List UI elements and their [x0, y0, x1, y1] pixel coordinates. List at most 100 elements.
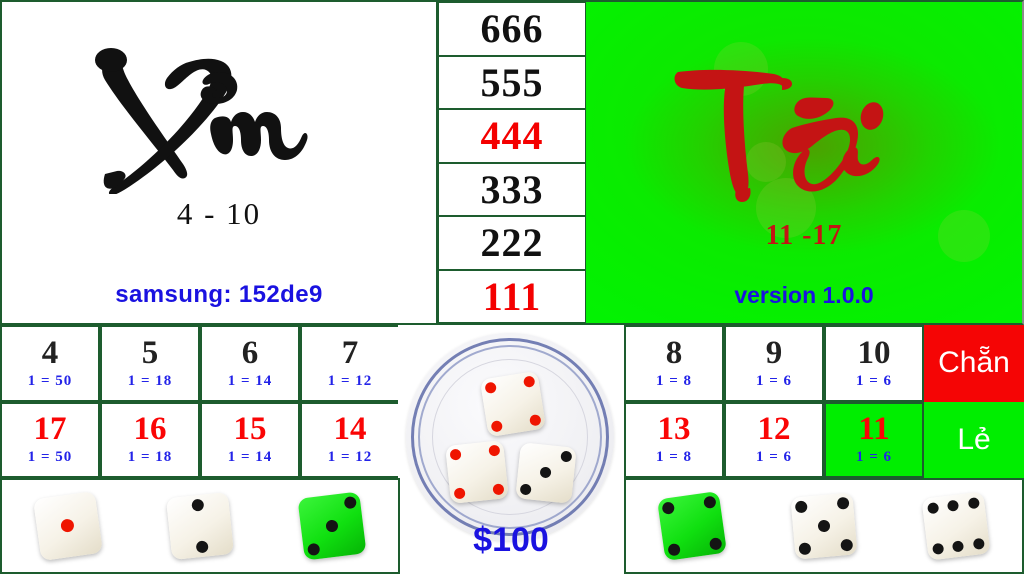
even-label: Chẵn	[938, 346, 1010, 380]
dice-face-6[interactable]	[921, 491, 991, 561]
bet-number: 7	[341, 334, 359, 371]
pip	[325, 519, 339, 533]
bet-odds: 1 = 18	[127, 372, 173, 389]
tai-range: 11 -17	[765, 220, 843, 251]
triple-cell[interactable]: 111	[438, 269, 586, 323]
triple-cell[interactable]: 555	[438, 55, 586, 109]
bet-cell-17[interactable]: 17 1 = 50	[0, 401, 100, 478]
pip	[967, 496, 981, 510]
pip	[484, 381, 498, 395]
bet-cell-11[interactable]: 11 1 = 6	[824, 401, 924, 478]
bet-odds: 1 = 14	[227, 372, 273, 389]
bet-number: 13	[657, 411, 691, 448]
xiu-range: 4 - 10	[176, 196, 262, 231]
bet-row-tai-high: 17 1 = 50 16 1 = 18 15 1 = 14 14 1 = 12	[0, 401, 400, 478]
dice-strip-right	[624, 478, 1024, 574]
dice-face-1[interactable]	[32, 490, 104, 562]
bet-odds: 1 = 14	[227, 449, 273, 466]
dice-plate-area[interactable]: $100	[398, 325, 624, 574]
version-label: version 1.0.0	[734, 282, 874, 308]
pip	[947, 499, 960, 512]
triple-cell[interactable]: 666	[438, 2, 586, 56]
pip	[60, 518, 76, 534]
bet-grid-right: 8 1 = 8 9 1 = 6 10 1 = 6 Chẵn 13 1 = 8 1…	[624, 325, 1024, 478]
dice-face-5[interactable]	[790, 492, 858, 560]
pip	[449, 448, 462, 461]
game-board: 4 - 10 samsung: 152de9 666 555 444 333 2…	[0, 0, 1024, 574]
panel-tai[interactable]: 11 -17 version 1.0.0	[586, 0, 1024, 325]
dice-face-3[interactable]	[297, 491, 367, 561]
pip	[839, 538, 853, 552]
device-id-label: samsung: 152de9	[115, 281, 323, 308]
bet-cell-even[interactable]: Chẵn	[924, 325, 1024, 402]
pip	[191, 498, 205, 513]
bet-cell-10[interactable]: 10 1 = 6	[824, 325, 924, 402]
bet-number: 5	[141, 334, 159, 371]
bet-cell-16[interactable]: 16 1 = 18	[100, 401, 200, 478]
plate-die-1	[479, 370, 547, 438]
bet-cell-13[interactable]: 13 1 = 8	[624, 401, 724, 478]
bet-cell-odd[interactable]: Lẻ	[924, 401, 1024, 478]
tai-calligraphy-icon	[586, 54, 1022, 214]
pip	[453, 487, 466, 500]
bet-number: 15	[233, 411, 267, 448]
pip	[667, 542, 682, 557]
bet-odds: 1 = 8	[655, 372, 693, 389]
bet-number: 11	[858, 411, 890, 448]
pip	[488, 444, 501, 457]
bet-odds: 1 = 6	[855, 372, 893, 389]
triple-cell[interactable]: 333	[438, 162, 586, 216]
bet-cell-9[interactable]: 9 1 = 6	[724, 325, 824, 402]
bet-number: 6	[241, 334, 259, 371]
bet-cell-6[interactable]: 6 1 = 14	[200, 325, 300, 402]
bet-odds: 1 = 12	[327, 372, 373, 389]
bet-row-xiu-low: 4 1 = 50 5 1 = 18 6 1 = 14 7 1 = 12	[0, 325, 400, 402]
odd-label: Lẻ	[957, 422, 991, 456]
pip	[490, 419, 504, 433]
top-section: 4 - 10 samsung: 152de9 666 555 444 333 2…	[0, 0, 1024, 325]
bet-odds: 1 = 50	[27, 449, 73, 466]
bet-number: 16	[133, 411, 167, 448]
panel-xiu[interactable]: 4 - 10 samsung: 152de9	[0, 0, 438, 325]
pip	[528, 413, 542, 427]
xiu-calligraphy-icon	[69, 34, 369, 196]
plate-die-2	[445, 440, 509, 504]
pip	[795, 500, 809, 514]
bet-cell-4[interactable]: 4 1 = 50	[0, 325, 100, 402]
pip	[519, 483, 532, 496]
bet-number: 8	[665, 334, 683, 371]
bet-grid-left: 4 1 = 50 5 1 = 18 6 1 = 14 7 1 = 12 17 1…	[0, 325, 400, 478]
dice-strip-left	[0, 478, 400, 574]
pip	[661, 501, 676, 516]
pip	[702, 495, 717, 510]
bet-odds: 1 = 8	[655, 449, 693, 466]
bet-odds: 1 = 6	[755, 449, 793, 466]
bet-number: 14	[333, 411, 367, 448]
bet-row-tai-low: 13 1 = 8 12 1 = 6 11 1 = 6 Lẻ	[624, 401, 1024, 478]
bet-number: 10	[857, 334, 891, 371]
bet-cell-7[interactable]: 7 1 = 12	[300, 325, 400, 402]
dice-face-2[interactable]	[165, 491, 235, 561]
dice-plate	[406, 333, 614, 541]
bet-cell-5[interactable]: 5 1 = 18	[100, 325, 200, 402]
bet-odds: 1 = 50	[27, 372, 73, 389]
pip	[307, 542, 321, 556]
pip	[817, 519, 831, 533]
bet-cell-8[interactable]: 8 1 = 8	[624, 325, 724, 402]
bet-cell-15[interactable]: 15 1 = 14	[200, 401, 300, 478]
triple-cell[interactable]: 222	[438, 216, 586, 270]
pip	[492, 483, 505, 496]
dice-face-4[interactable]	[656, 490, 728, 562]
pip	[972, 537, 986, 551]
pip	[931, 542, 945, 556]
bet-odds: 1 = 6	[855, 449, 893, 466]
pip	[708, 536, 723, 551]
pip	[798, 541, 812, 555]
triple-cell[interactable]: 444	[438, 109, 586, 163]
pip	[522, 375, 536, 389]
bet-cell-14[interactable]: 14 1 = 12	[300, 401, 400, 478]
bet-cell-12[interactable]: 12 1 = 6	[724, 401, 824, 478]
bet-row-xiu-high: 8 1 = 8 9 1 = 6 10 1 = 6 Chẵn	[624, 325, 1024, 402]
pip	[952, 540, 965, 553]
triples-column: 666 555 444 333 222 111	[438, 0, 586, 325]
